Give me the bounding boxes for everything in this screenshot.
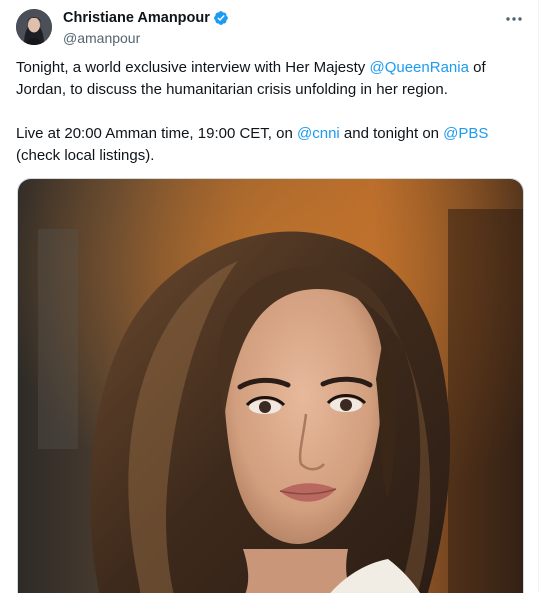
tweet-paragraph-2: Live at 20:00 Amman time, 19:00 CET, on … — [16, 123, 521, 167]
avatar[interactable] — [16, 9, 52, 45]
tweet-text-segment: Live at 20:00 Amman time, 19:00 CET, on — [16, 125, 297, 142]
mention-cnni[interactable]: @cnni — [297, 125, 340, 142]
more-horizontal-icon — [505, 9, 523, 27]
mention-queenrania[interactable]: @QueenRania — [369, 59, 468, 76]
author-handle[interactable]: @amanpour — [63, 30, 229, 46]
tweet-text: Tonight, a world exclusive interview wit… — [16, 57, 521, 167]
tweet-text-segment: (check local listings). — [16, 147, 155, 164]
author-display-name[interactable]: Christiane Amanpour — [63, 10, 210, 26]
more-options-button[interactable] — [502, 8, 526, 28]
mention-pbs[interactable]: @PBS — [443, 125, 488, 142]
author-header: Christiane Amanpour @amanpour — [63, 9, 229, 46]
tweet-paragraph-1: Tonight, a world exclusive interview wit… — [16, 57, 521, 101]
tweet-card: Christiane Amanpour @amanpour Tonight, a… — [0, 0, 539, 593]
verified-badge-icon — [213, 10, 229, 26]
tweet-text-segment: Tonight, a world exclusive interview wit… — [16, 59, 370, 76]
tweet-text-segment: and tonight on — [339, 125, 444, 142]
tweet-photo[interactable] — [17, 178, 524, 593]
